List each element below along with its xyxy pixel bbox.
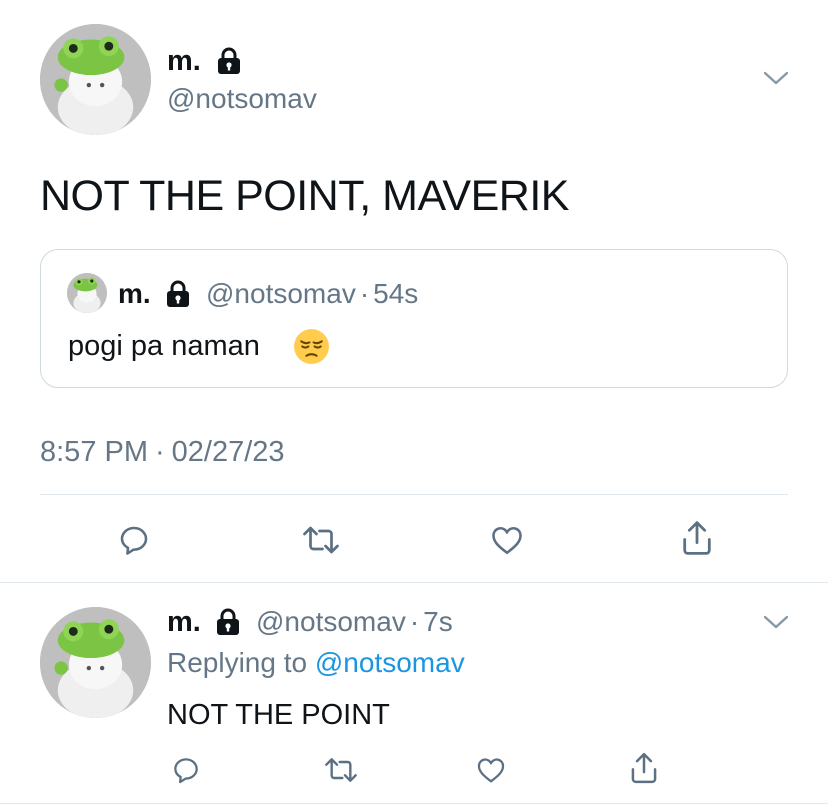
display-name[interactable]: m. xyxy=(167,605,201,639)
reply-icon[interactable] xyxy=(170,754,202,786)
quoted-tweet-card[interactable] xyxy=(40,249,788,388)
divider xyxy=(40,494,788,495)
replying-to-label: Replying to xyxy=(167,647,308,678)
quoted-text: pogi pa naman xyxy=(68,330,260,362)
chevron-down-icon[interactable] xyxy=(763,70,789,86)
avatar[interactable] xyxy=(67,273,107,313)
lock-icon xyxy=(215,608,241,636)
quoted-handle: @notsomav xyxy=(206,278,356,309)
date: 02/27/23 xyxy=(171,436,285,468)
separator: · xyxy=(359,278,370,309)
handle[interactable]: @notsomav xyxy=(256,606,406,637)
reply-meta: @notsomav · 7s xyxy=(256,605,453,639)
quoted-time: 54s xyxy=(373,278,419,309)
avatar[interactable] xyxy=(40,24,151,135)
quoted-meta: @notsomav · 54s xyxy=(206,277,418,311)
separator: · xyxy=(409,606,420,637)
like-icon[interactable] xyxy=(474,754,508,786)
handle[interactable]: @notsomav xyxy=(167,82,317,116)
tweet-timestamp[interactable]: 8:57 PM · 02/27/23 xyxy=(40,434,285,470)
pensive-face-emoji xyxy=(293,328,330,370)
divider xyxy=(0,803,828,804)
chevron-down-icon[interactable] xyxy=(763,614,789,630)
divider xyxy=(0,582,828,583)
tweet-text: NOT THE POINT xyxy=(167,699,390,731)
share-icon[interactable] xyxy=(678,518,716,558)
lock-icon xyxy=(165,280,191,308)
quoted-display-name: m. xyxy=(118,278,151,309)
replying-to-handle[interactable]: @notsomav xyxy=(315,647,465,678)
reply-time: 7s xyxy=(423,606,453,637)
share-icon[interactable] xyxy=(627,750,661,786)
separator: · xyxy=(155,436,165,468)
reply-icon[interactable] xyxy=(116,522,152,558)
replying-to: Replying to @notsomav xyxy=(167,646,465,680)
retweet-icon[interactable] xyxy=(322,754,360,786)
time: 8:57 PM xyxy=(40,436,148,468)
retweet-icon[interactable] xyxy=(300,522,342,558)
lock-icon xyxy=(216,47,242,75)
avatar[interactable] xyxy=(40,607,151,718)
tweet-text: NOT THE POINT, MAVERIK xyxy=(40,172,569,220)
like-icon[interactable] xyxy=(488,522,526,558)
display-name[interactable]: m. xyxy=(167,44,201,78)
